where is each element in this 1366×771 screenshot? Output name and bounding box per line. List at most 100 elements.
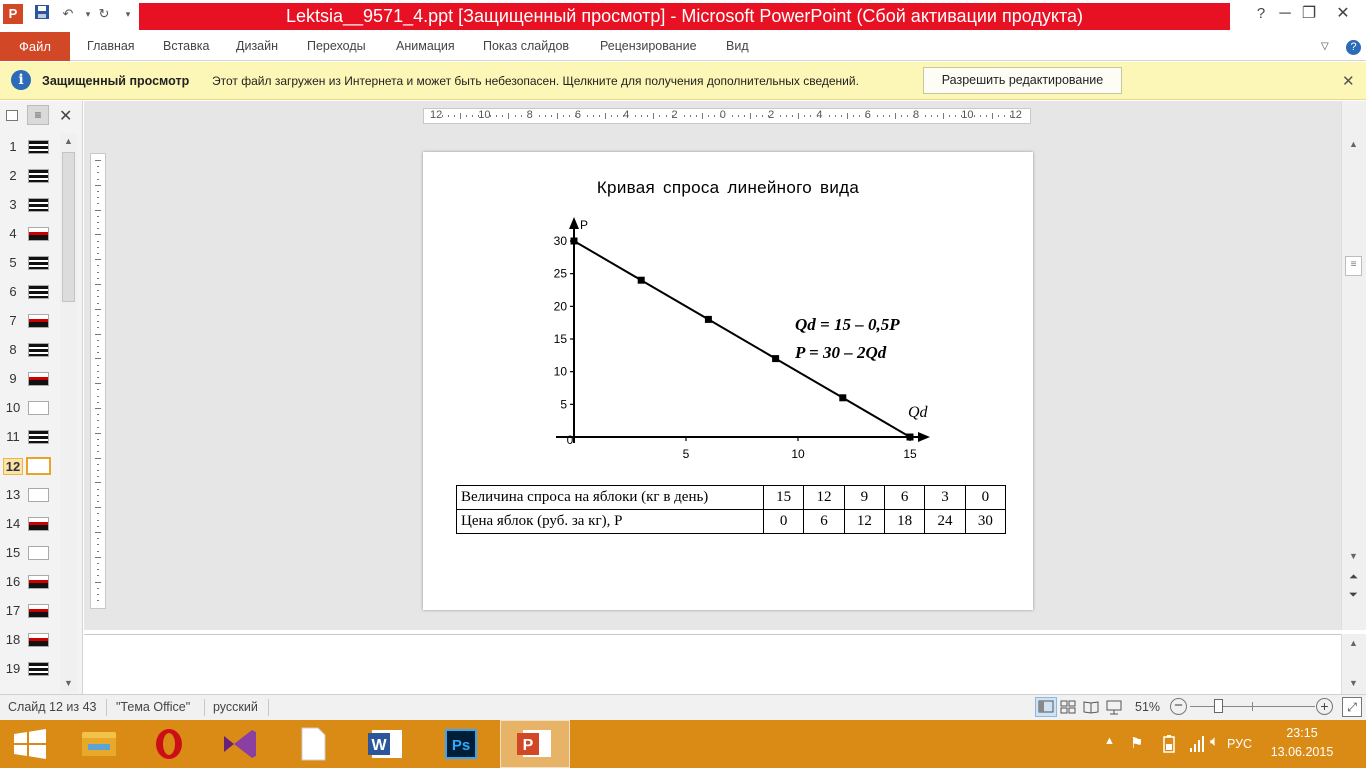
slide-thumbnail[interactable] bbox=[28, 169, 49, 183]
slide-thumbnail[interactable] bbox=[28, 604, 49, 618]
slide-scrollbar[interactable]: ▲ ≡ ▼ ⏶ ⏷ bbox=[1341, 101, 1366, 630]
scroll-down-icon[interactable]: ▼ bbox=[64, 678, 73, 688]
word-icon[interactable]: W bbox=[354, 720, 420, 768]
formula-demand: Qd = 15 – 0,5P bbox=[795, 315, 900, 334]
slide-thumbnail[interactable] bbox=[28, 517, 49, 531]
y-tick-label: 15 bbox=[554, 332, 568, 346]
tab-design[interactable]: Дизайн bbox=[236, 32, 278, 61]
zoom-out-icon[interactable]: − bbox=[1170, 698, 1187, 715]
opera-icon[interactable] bbox=[136, 720, 202, 768]
tab-file[interactable]: Файл bbox=[0, 32, 70, 61]
zoom-level[interactable]: 51% bbox=[1135, 700, 1160, 714]
ruler-tick bbox=[695, 115, 697, 117]
visual-studio-icon[interactable] bbox=[206, 720, 272, 768]
scroll-down-icon[interactable]: ▼ bbox=[1349, 678, 1358, 688]
customize-qat-icon[interactable]: ▾ bbox=[118, 4, 138, 24]
data-point bbox=[704, 315, 712, 323]
help-icon[interactable]: ? bbox=[1346, 32, 1361, 61]
slide-sorter-icon[interactable] bbox=[1060, 699, 1076, 718]
start-button[interactable] bbox=[0, 720, 60, 768]
language-indicator[interactable]: русский bbox=[213, 700, 258, 714]
notes-scrollbar[interactable]: ▲ ▼ bbox=[1341, 634, 1366, 694]
slide-thumbnail[interactable] bbox=[28, 198, 49, 212]
demand-table[interactable]: Величина спроса на яблоки (кг в день) 15… bbox=[456, 485, 1007, 534]
slide-thumbnail[interactable] bbox=[28, 227, 49, 241]
slide-thumbnail[interactable] bbox=[28, 256, 49, 270]
slides-tab-icon[interactable] bbox=[6, 110, 18, 121]
ruler-tick bbox=[95, 432, 101, 434]
powerpoint-logo-icon[interactable]: P bbox=[3, 4, 23, 24]
slide-canvas[interactable]: Кривая спроса линейного вида 30 25 20 15 10 5… bbox=[423, 152, 1033, 610]
ruler-tick bbox=[95, 581, 101, 583]
show-hidden-icons[interactable]: ▲ bbox=[1104, 735, 1115, 747]
slide-thumbnail[interactable] bbox=[28, 372, 49, 386]
fit-to-window-icon[interactable]: ⤢ bbox=[1342, 697, 1362, 717]
slide-thumbnail[interactable] bbox=[28, 401, 49, 415]
ruler-tick bbox=[544, 115, 546, 117]
slide-thumbnail[interactable] bbox=[28, 575, 49, 589]
tab-view[interactable]: Вид bbox=[726, 32, 749, 61]
tab-transitions[interactable]: Переходы bbox=[307, 32, 366, 61]
next-slide-icon[interactable]: ⏷ bbox=[1349, 589, 1358, 602]
file-explorer-icon[interactable] bbox=[64, 720, 134, 768]
panel-scrollbar[interactable]: ▲ ▼ bbox=[60, 134, 77, 692]
slide-number: 16 bbox=[5, 574, 21, 589]
panel-scroll-thumb[interactable] bbox=[62, 152, 75, 302]
scroll-up-icon[interactable]: ▲ bbox=[64, 136, 73, 146]
slide-thumbnail[interactable] bbox=[28, 488, 49, 502]
slide-thumbnail[interactable] bbox=[28, 430, 49, 444]
table-cell: 9 bbox=[843, 485, 885, 510]
redo-icon[interactable]: ↻ bbox=[94, 4, 114, 24]
table-cell: Цена яблок (руб. за кг), P bbox=[456, 509, 764, 534]
scroll-down-icon[interactable]: ▼ bbox=[1349, 551, 1358, 561]
zoom-slider-thumb[interactable] bbox=[1214, 699, 1223, 713]
document-icon[interactable] bbox=[280, 720, 346, 768]
action-center-flag-icon[interactable]: ⚑ bbox=[1130, 734, 1143, 752]
slide-thumbnail[interactable] bbox=[28, 140, 49, 154]
slide-thumbnail[interactable] bbox=[28, 662, 49, 676]
protected-view-message[interactable]: Этот файл загружен из Интернета и может … bbox=[212, 74, 859, 88]
ribbon-collapse-icon[interactable]: ▽ bbox=[1321, 32, 1329, 61]
photoshop-icon[interactable]: Ps bbox=[428, 720, 494, 768]
outline-tab-icon[interactable]: ≡ bbox=[27, 105, 49, 125]
notes-pane[interactable] bbox=[84, 634, 1341, 694]
ruler-tick bbox=[95, 408, 101, 409]
tab-animations[interactable]: Анимация bbox=[396, 32, 455, 61]
slide-thumbnail[interactable] bbox=[28, 633, 49, 647]
volume-icon[interactable]: 🔈︎ bbox=[1210, 733, 1219, 750]
tab-slideshow[interactable]: Показ слайдов bbox=[483, 32, 569, 61]
close-panel-icon[interactable]: ✕ bbox=[59, 106, 72, 126]
scroll-up-icon[interactable]: ▲ bbox=[1349, 139, 1358, 149]
scroll-up-icon[interactable]: ▲ bbox=[1349, 638, 1358, 648]
slide-thumbnail[interactable] bbox=[28, 343, 49, 357]
tab-home[interactable]: Главная bbox=[87, 32, 135, 61]
keyboard-language[interactable]: РУС bbox=[1227, 737, 1252, 751]
reading-view-icon[interactable] bbox=[1083, 699, 1099, 718]
close-button[interactable]: ✕ bbox=[1320, 0, 1366, 30]
tab-review[interactable]: Рецензирование bbox=[600, 32, 697, 61]
slide-thumbnail[interactable] bbox=[28, 285, 49, 299]
slides-panel: ≡ ✕ 1 2 3 4 5 6 7 8 9 10 11 12 13 14 15 16 17 18 19 ▲ ▼ bbox=[0, 101, 83, 694]
undo-icon[interactable]: ↶ bbox=[58, 4, 78, 24]
theme-name[interactable]: "Тема Office" bbox=[116, 700, 190, 714]
previous-slide-icon[interactable]: ⏶ bbox=[1349, 571, 1358, 584]
ruler-tick bbox=[97, 538, 99, 540]
slide-thumbnail[interactable] bbox=[28, 314, 49, 328]
powerpoint-taskbar-icon[interactable]: P bbox=[500, 720, 570, 768]
slide-thumbnail[interactable] bbox=[28, 546, 49, 560]
slide-scroll-thumb[interactable]: ≡ bbox=[1345, 256, 1362, 276]
save-icon[interactable] bbox=[32, 4, 52, 24]
close-bar-icon[interactable]: ✕ bbox=[1342, 72, 1355, 90]
enable-editing-button[interactable]: Разрешить редактирование bbox=[923, 67, 1122, 94]
zoom-in-icon[interactable]: + bbox=[1316, 698, 1333, 715]
slide-thumbnail[interactable] bbox=[26, 457, 51, 475]
network-icon[interactable] bbox=[1188, 734, 1206, 757]
tab-insert[interactable]: Вставка bbox=[163, 32, 209, 61]
clock[interactable]: 23:15 13.06.2015 bbox=[1262, 724, 1342, 762]
slide-counter: Слайд 12 из 43 bbox=[8, 700, 97, 714]
normal-view-icon[interactable] bbox=[1035, 697, 1057, 717]
slideshow-icon[interactable] bbox=[1106, 699, 1122, 718]
ruler-tick bbox=[97, 600, 99, 602]
slide-number: 13 bbox=[5, 487, 21, 502]
battery-icon[interactable] bbox=[1160, 734, 1178, 757]
